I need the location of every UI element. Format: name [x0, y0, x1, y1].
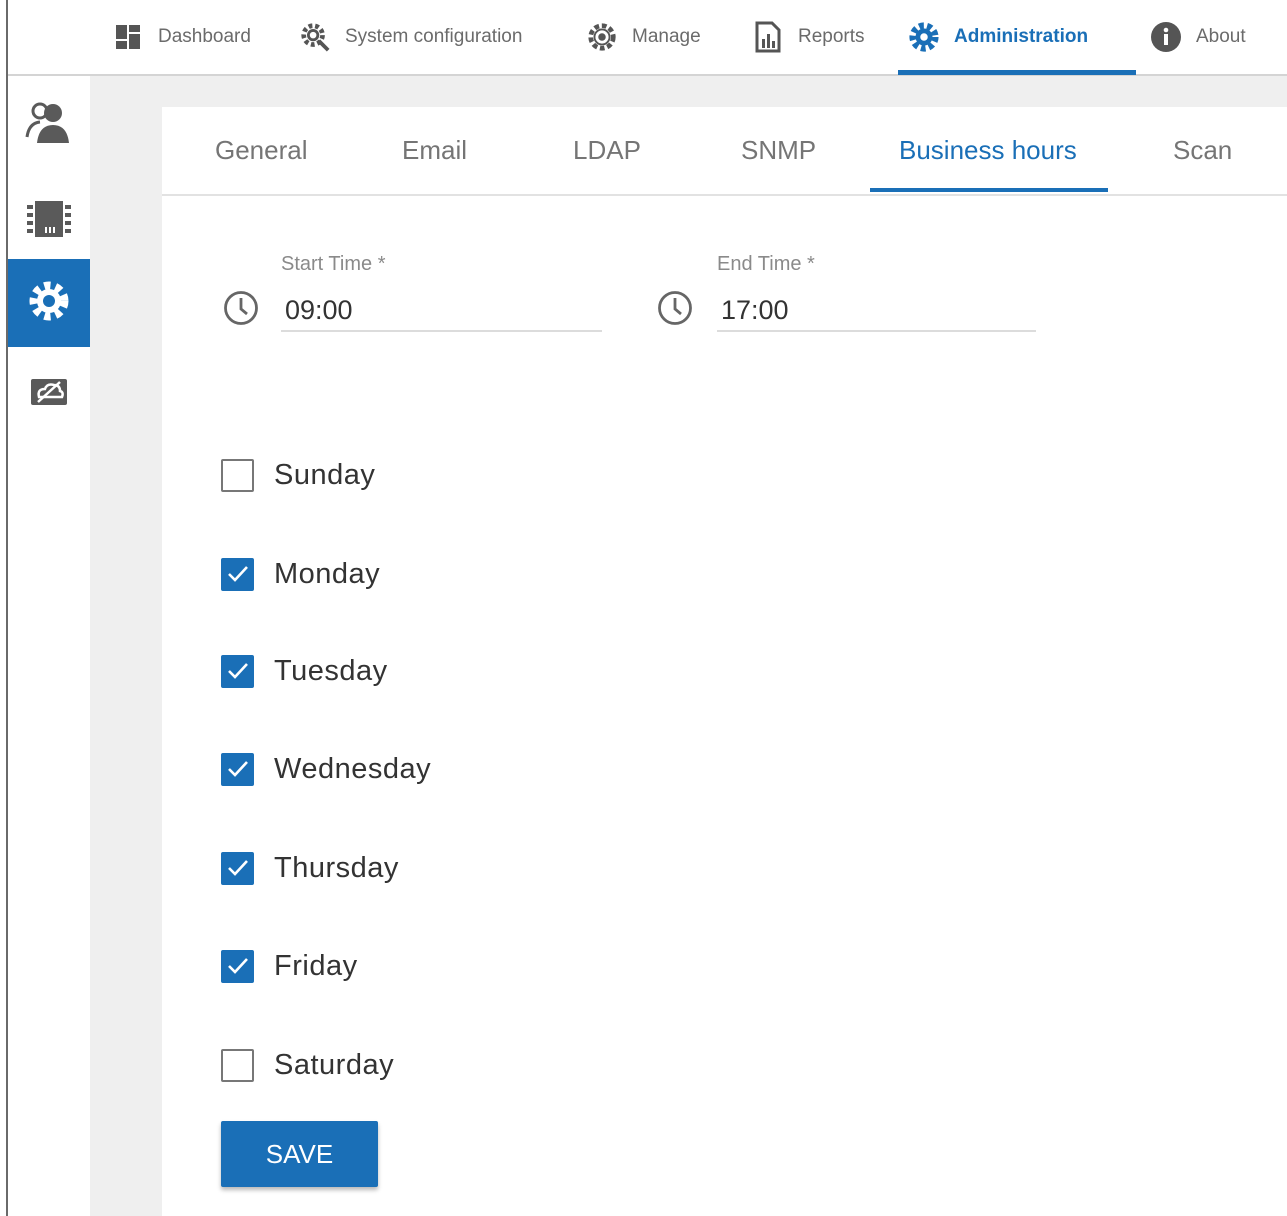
day-friday-option[interactable]: Friday: [221, 946, 358, 986]
day-checkbox[interactable]: [221, 949, 254, 983]
sidebar-item-settings[interactable]: [8, 259, 90, 347]
day-checkbox[interactable]: [221, 1048, 254, 1082]
day-tuesday-option[interactable]: Tuesday: [221, 651, 388, 691]
checkmark-icon: [227, 663, 248, 679]
tab-business-hours[interactable]: Business hours: [899, 107, 1077, 193]
chip-icon: [25, 197, 73, 246]
day-label: Monday: [274, 557, 381, 590]
settings-tabs: General Email LDAP SNMP Business hours S…: [162, 107, 1287, 196]
sidebar: [8, 76, 90, 1216]
cloud-off-icon: [27, 373, 71, 414]
day-label: Saturday: [274, 1048, 395, 1081]
system-configuration-icon: [299, 21, 331, 53]
start-time-label: Start Time *: [281, 253, 386, 275]
nav-dashboard[interactable]: Dashboard: [112, 0, 251, 74]
day-sunday-option[interactable]: Sunday: [221, 455, 375, 495]
end-time-label: End Time *: [717, 253, 815, 275]
day-checkbox[interactable]: [221, 458, 254, 492]
day-thursday-option[interactable]: Thursday: [221, 848, 399, 888]
day-saturday-option[interactable]: Saturday: [221, 1045, 394, 1085]
end-time-value: 17:00: [721, 294, 789, 325]
tab-scan[interactable]: Scan: [1173, 107, 1232, 193]
nav-reports[interactable]: Reports: [752, 0, 865, 74]
dashboard-icon: [112, 21, 144, 53]
save-button[interactable]: SAVE: [221, 1121, 378, 1187]
sidebar-item-users[interactable]: [8, 81, 90, 169]
nav-administration[interactable]: Administration: [908, 0, 1088, 74]
day-label: Sunday: [274, 458, 376, 491]
end-time-input[interactable]: 17:00: [717, 290, 1036, 332]
nav-dashboard-label: Dashboard: [158, 26, 251, 47]
tab-snmp[interactable]: SNMP: [741, 107, 816, 193]
day-label: Wednesday: [274, 752, 432, 785]
day-wednesday-option[interactable]: Wednesday: [221, 749, 431, 789]
nav-system-configuration-label: System configuration: [345, 26, 523, 47]
gear-icon: [586, 21, 618, 53]
top-navigation: Dashboard System configuration Manage Re…: [8, 0, 1287, 76]
clock-icon: [224, 291, 258, 325]
nav-administration-label: Administration: [954, 26, 1089, 47]
day-monday-option[interactable]: Monday: [221, 554, 380, 594]
day-checkbox[interactable]: [221, 654, 254, 688]
reports-icon: [752, 21, 784, 53]
tab-ldap[interactable]: LDAP: [573, 107, 641, 193]
sidebar-item-devices[interactable]: [8, 177, 90, 265]
clock-icon: [658, 291, 692, 325]
start-time-value: 09:00: [285, 294, 353, 325]
nav-active-indicator: [898, 70, 1136, 75]
day-checkbox[interactable]: [221, 851, 254, 885]
checkmark-icon: [227, 566, 248, 582]
start-time-input[interactable]: 09:00: [281, 290, 602, 332]
day-checkbox[interactable]: [221, 752, 254, 786]
nav-system-configuration[interactable]: System configuration: [299, 0, 522, 74]
settings-icon: [25, 277, 73, 330]
info-icon: [1150, 21, 1182, 53]
nav-about-label: About: [1196, 26, 1246, 47]
settings-card: General Email LDAP SNMP Business hours S…: [162, 107, 1287, 1216]
nav-manage[interactable]: Manage: [586, 0, 701, 74]
day-label: Tuesday: [274, 654, 388, 687]
day-label: Friday: [274, 949, 358, 982]
sidebar-item-cloud[interactable]: [8, 349, 90, 437]
nav-manage-label: Manage: [632, 26, 701, 47]
checkmark-icon: [227, 860, 248, 876]
users-icon: [23, 99, 75, 152]
tab-active-indicator: [870, 188, 1108, 192]
day-checkbox[interactable]: [221, 557, 254, 591]
checkmark-icon: [227, 958, 248, 974]
tab-general[interactable]: General: [215, 107, 308, 193]
checkmark-icon: [227, 761, 248, 777]
nav-about[interactable]: About: [1150, 0, 1246, 74]
nav-reports-label: Reports: [798, 26, 865, 47]
day-label: Thursday: [274, 851, 399, 884]
tab-email[interactable]: Email: [402, 107, 467, 193]
admin-gear-icon: [908, 21, 940, 53]
